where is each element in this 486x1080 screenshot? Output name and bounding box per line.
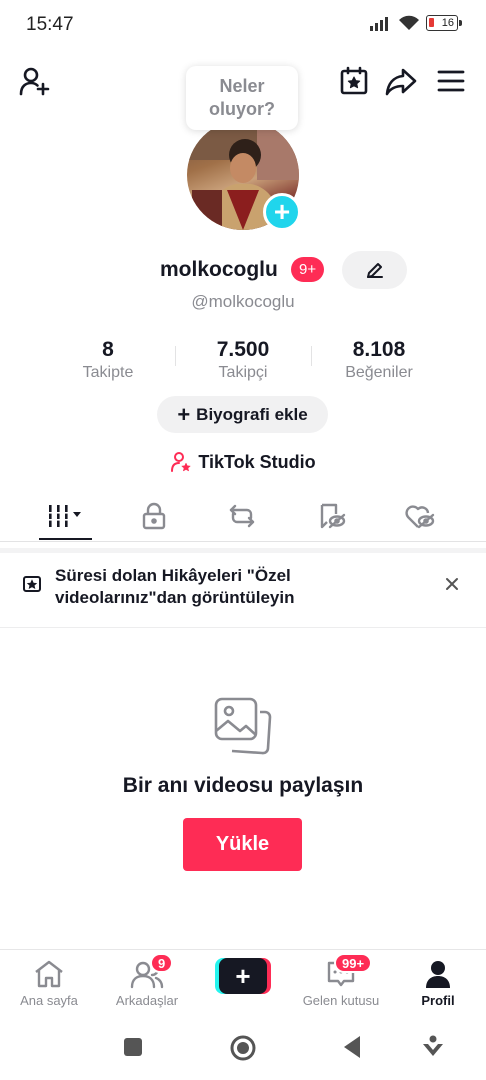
back-triangle-icon (344, 1036, 360, 1058)
menu-button[interactable] (434, 64, 468, 98)
active-tab-indicator (39, 538, 92, 540)
username: molkocoglu (160, 258, 278, 281)
heart-hidden-icon (405, 505, 435, 529)
calendar-button[interactable] (337, 64, 371, 98)
user-star-icon (171, 452, 192, 472)
grid-videos-icon (47, 505, 81, 527)
share-button[interactable] (384, 64, 418, 98)
empty-state-title: Bir anı videosu paylaşın (122, 774, 364, 797)
tab-reposts[interactable] (210, 498, 274, 534)
following-count: 8 (102, 338, 114, 361)
circle-icon (230, 1035, 256, 1061)
status-icons: 16 (370, 15, 462, 31)
followers-count: 7.500 (216, 338, 270, 361)
nav-home[interactable]: Ana sayfa (14, 957, 84, 1008)
nav-profile-label: Profil (421, 993, 455, 1008)
pencil-icon (366, 263, 383, 278)
battery-level: 16 (441, 17, 454, 29)
stat-followers[interactable]: 7.500 Takipçi (193, 338, 293, 382)
battery-indicator: 16 (426, 15, 462, 31)
stat-divider (175, 346, 176, 366)
followers-label: Takipçi (218, 364, 268, 381)
inbox-badge: 99+ (334, 953, 373, 973)
nav-profile[interactable]: Profil (410, 957, 466, 1008)
bottom-nav-divider (0, 949, 486, 950)
tab-private[interactable] (122, 498, 186, 534)
bookmark-hidden-icon (320, 503, 346, 529)
whats-happening-tooltip[interactable]: Neler oluyor? (186, 66, 298, 130)
signal-icon (370, 17, 388, 31)
photos-icon (212, 695, 274, 762)
hamburger-icon (437, 70, 465, 92)
nav-inbox-label: Gelen kutusu (302, 993, 380, 1008)
user-handle: @molkocoglu (191, 292, 295, 311)
recents-button[interactable] (120, 1034, 146, 1060)
banner-separator (0, 548, 486, 553)
wifi-icon (399, 15, 419, 30)
add-bio-label: Biyografi ekle (196, 404, 308, 424)
share-icon (385, 68, 417, 96)
create-plus-icon: + (219, 958, 267, 994)
likes-label: Beğeniler (345, 364, 413, 381)
upload-button[interactable]: Yükle (183, 818, 302, 871)
add-user-icon (19, 67, 50, 96)
tabs-divider (0, 541, 486, 542)
story-icon (21, 573, 43, 600)
assistant-button[interactable] (420, 1034, 446, 1060)
likes-count: 8.108 (352, 338, 406, 361)
friends-badge: 9 (150, 953, 174, 973)
tooltip-line2: oluyor? (209, 99, 275, 119)
tooltip-line1: Neler (219, 76, 265, 96)
stat-following[interactable]: 8 Takipte (58, 338, 158, 382)
home-icon (35, 960, 63, 988)
notification-badge[interactable]: 9+ (291, 257, 325, 282)
status-time: 15:47 (26, 14, 74, 35)
expired-stories-banner-text[interactable]: Süresi dolan Hikâyeleri "Özel videoların… (55, 565, 405, 609)
add-friend-button[interactable] (17, 64, 51, 98)
edit-profile-button[interactable] (342, 251, 407, 289)
repost-icon (229, 504, 255, 528)
tab-videos[interactable] (34, 498, 98, 534)
stat-divider (311, 346, 312, 366)
nav-home-label: Ana sayfa (20, 993, 78, 1008)
home-system-button[interactable] (229, 1034, 257, 1062)
tiktok-studio-label: TikTok Studio (198, 451, 316, 472)
tiktok-studio-link[interactable]: TikTok Studio (0, 451, 486, 473)
banner-divider (0, 627, 486, 628)
stat-likes[interactable]: 8.108 Beğeniler (326, 338, 432, 382)
calendar-star-icon (340, 66, 368, 95)
down-arrow-icon (423, 1035, 443, 1056)
lock-icon (142, 502, 166, 530)
banner-close-button[interactable] (442, 574, 462, 599)
tab-liked-hidden[interactable] (388, 498, 452, 534)
tab-saved-hidden[interactable] (300, 498, 364, 534)
close-icon (446, 578, 458, 590)
following-label: Takipte (82, 364, 134, 381)
square-icon (124, 1038, 142, 1056)
plus-icon: + (177, 401, 191, 427)
nav-friends-label: Arkadaşlar (115, 993, 179, 1008)
back-button[interactable] (340, 1034, 364, 1060)
create-button[interactable]: + (215, 958, 271, 994)
profile-icon (426, 961, 450, 988)
add-story-button[interactable]: + (263, 193, 301, 231)
nav-friends[interactable]: Arkadaşlar (106, 957, 188, 1008)
add-bio-button[interactable]: + Biyografi ekle (157, 396, 328, 433)
